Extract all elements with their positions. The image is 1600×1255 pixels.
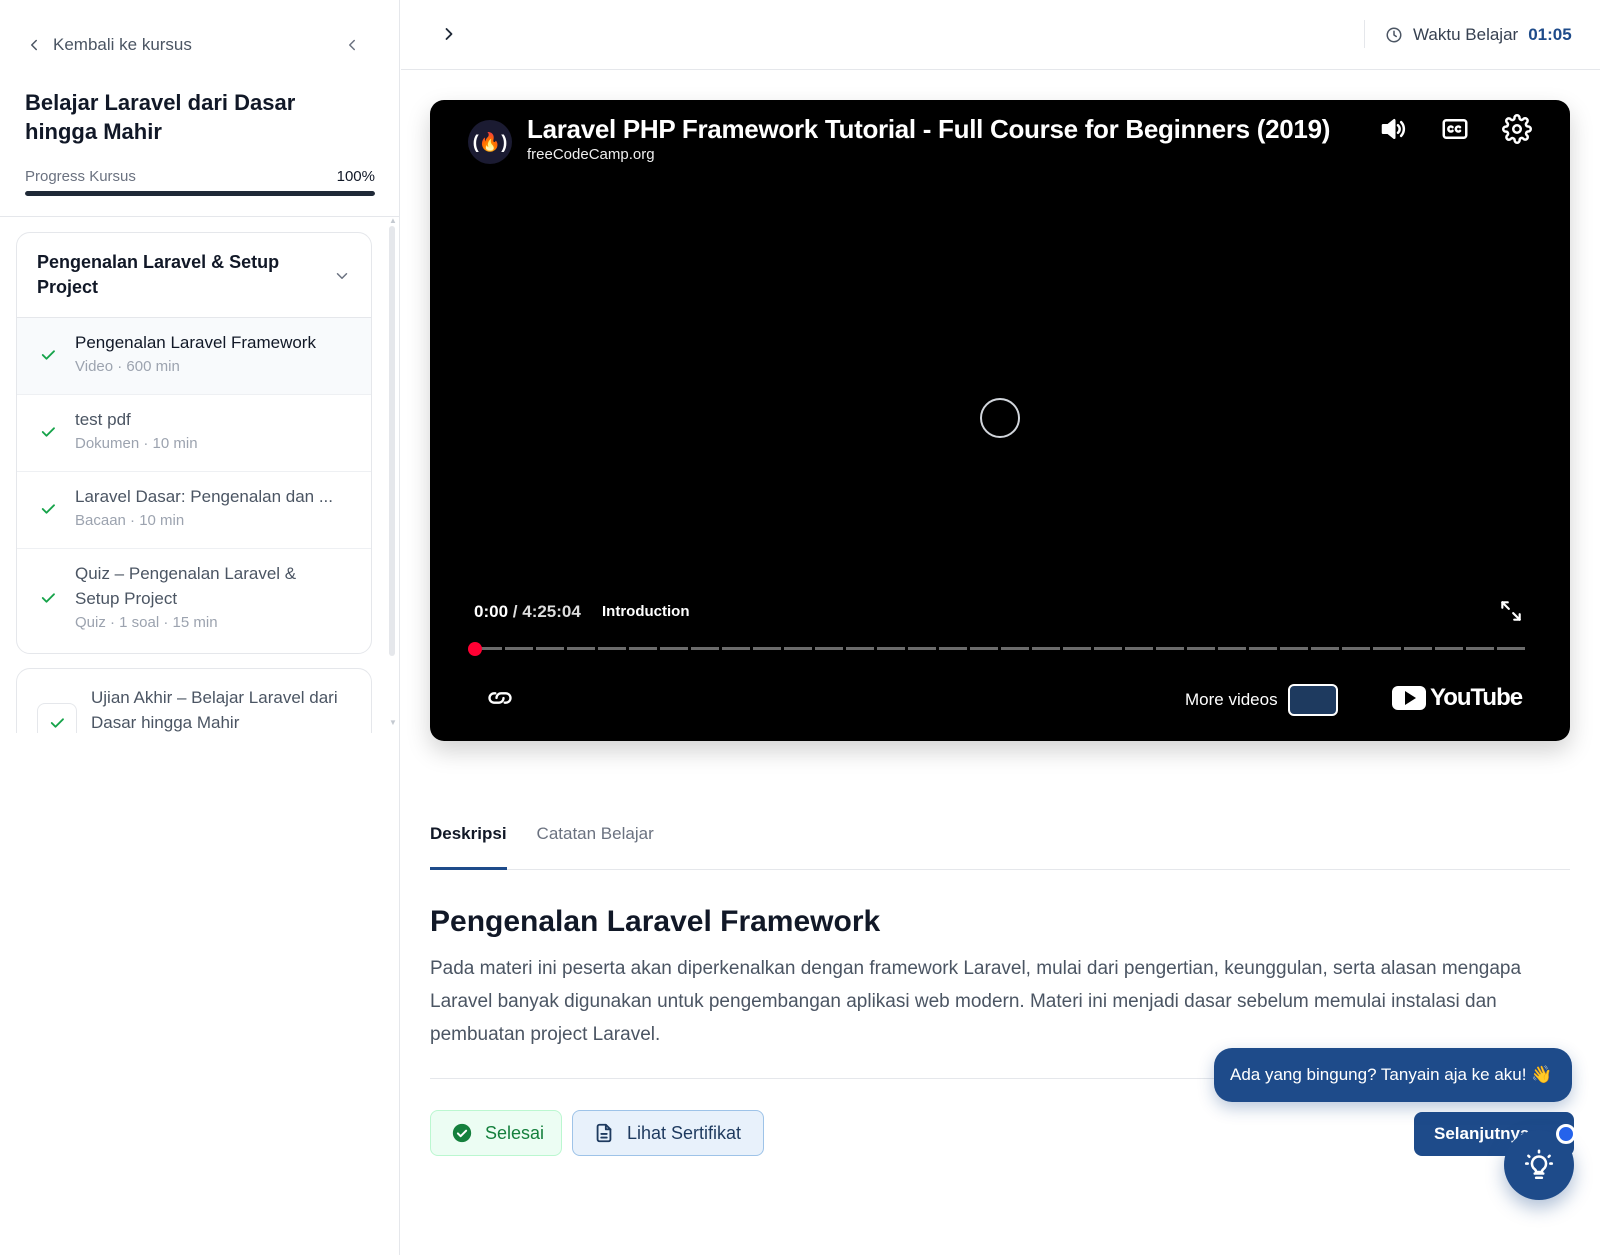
check-icon xyxy=(39,589,59,607)
loading-spinner xyxy=(980,398,1020,438)
lesson-meta: Quiz · 1 soal · 15 min xyxy=(75,614,218,631)
check-circle-icon xyxy=(451,1122,473,1144)
lesson-text: Quiz – Pengenalan Laravel & Setup Projec… xyxy=(75,561,345,634)
chevron-left-icon xyxy=(25,36,43,54)
sidebar-header: Kembali ke kursus Belajar Laravel dari D… xyxy=(0,0,399,217)
check-icon xyxy=(37,703,77,733)
video-channel[interactable]: freeCodeCamp.org xyxy=(527,146,655,163)
video-top-controls xyxy=(1378,114,1532,144)
tab-catatan-belajar[interactable]: Catatan Belajar xyxy=(537,808,654,870)
scroll-up-arrow[interactable]: ▲ xyxy=(389,217,397,225)
content-tabs: Deskripsi Catatan Belajar xyxy=(430,808,1570,870)
lesson-item[interactable]: test pdf Dokumen · 10 min xyxy=(17,395,371,472)
done-label: Selesai xyxy=(485,1122,545,1143)
lesson-item[interactable]: Laravel Dasar: Pengenalan dan ... Bacaan… xyxy=(17,472,371,549)
app-root: Kembali ke kursus Belajar Laravel dari D… xyxy=(0,0,1600,1255)
fullscreen-icon[interactable] xyxy=(1498,598,1524,624)
progress-label: Progress Kursus xyxy=(25,168,136,185)
seek-handle[interactable] xyxy=(468,642,482,656)
lesson-meta: Dokumen · 10 min xyxy=(75,435,198,452)
course-sidebar: Kembali ke kursus Belajar Laravel dari D… xyxy=(0,0,400,1255)
back-label: Kembali ke kursus xyxy=(53,35,192,54)
settings-icon[interactable] xyxy=(1502,114,1532,144)
link-icon[interactable] xyxy=(486,684,514,712)
video-thumbnail xyxy=(1287,684,1338,716)
module-header[interactable]: Pengenalan Laravel & Setup Project xyxy=(17,233,371,318)
more-videos-label: More videos xyxy=(1185,690,1278,709)
lesson-item[interactable]: Pengenalan Laravel Framework Video · 600… xyxy=(17,318,371,395)
progress-bar-fill xyxy=(25,191,375,196)
sidebar-scroll-area[interactable]: Pengenalan Laravel & Setup Project Penge… xyxy=(0,218,400,733)
check-icon xyxy=(39,500,59,518)
channel-logo[interactable]: (🔥) xyxy=(468,120,512,164)
course-title: Belajar Laravel dari Dasar hingga Mahir xyxy=(25,90,296,144)
study-timer: Waktu Belajar 01:05 xyxy=(1385,25,1572,45)
notification-dot xyxy=(1556,1124,1576,1144)
video-time: 0:00 / 4:25:04 xyxy=(474,602,581,622)
lesson-title: Quiz – Pengenalan Laravel & Setup Projec… xyxy=(75,564,297,608)
video-title[interactable]: Laravel PHP Framework Tutorial - Full Co… xyxy=(527,114,1330,145)
youtube-label: YouTube xyxy=(1430,684,1523,711)
back-to-course-link[interactable]: Kembali ke kursus xyxy=(25,35,192,55)
check-icon xyxy=(39,423,59,441)
timer-label: Waktu Belajar xyxy=(1413,25,1519,44)
video-seek-bar[interactable] xyxy=(474,647,1526,650)
lesson-text: test pdf Dokumen · 10 min xyxy=(75,407,345,455)
chevron-left-icon xyxy=(343,36,361,54)
exam-title: Ujian Akhir – Belajar Laravel dari Dasar… xyxy=(91,688,338,732)
final-exam-item[interactable]: Ujian Akhir – Belajar Laravel dari Dasar… xyxy=(16,668,372,733)
youtube-logo[interactable]: YouTube xyxy=(1392,684,1523,712)
sidebar-scrollbar[interactable] xyxy=(389,226,395,656)
progress-bar xyxy=(25,191,375,196)
volume-icon[interactable] xyxy=(1378,114,1408,144)
video-duration: 4:25:04 xyxy=(522,602,581,621)
divider xyxy=(1364,20,1365,48)
view-certificate-button[interactable]: Lihat Sertifikat xyxy=(572,1110,764,1156)
current-time: 0:00 xyxy=(474,602,509,621)
lightbulb-icon xyxy=(1522,1148,1556,1182)
chat-bubble-text: Ada yang bingung? Tanyain aja ke aku! 👋 xyxy=(1230,1065,1553,1084)
lesson-title: test pdf xyxy=(75,410,131,429)
collapse-sidebar-button[interactable] xyxy=(343,36,375,54)
document-icon xyxy=(593,1122,615,1144)
progress-row: Progress Kursus 100% xyxy=(25,168,375,185)
chevron-right-icon xyxy=(439,24,459,44)
lesson-item[interactable]: Quiz – Pengenalan Laravel & Setup Projec… xyxy=(17,549,371,653)
youtube-play-icon xyxy=(1392,686,1426,710)
lesson-meta: Bacaan · 10 min xyxy=(75,512,185,529)
module-card: Pengenalan Laravel & Setup Project Penge… xyxy=(16,232,372,654)
lesson-meta: Video · 600 min xyxy=(75,358,180,375)
timer-value: 01:05 xyxy=(1528,25,1572,44)
video-chapter[interactable]: Introduction xyxy=(602,603,689,620)
video-player[interactable]: (🔥) Laravel PHP Framework Tutorial - Ful… xyxy=(430,100,1570,741)
lesson-title: Laravel Dasar: Pengenalan dan ... xyxy=(75,487,334,506)
lesson-text: Laravel Dasar: Pengenalan dan ... Bacaan… xyxy=(75,484,345,532)
mark-complete-button[interactable]: Selesai xyxy=(430,1110,562,1156)
progress-percent: 100% xyxy=(336,168,375,185)
page-title: Pengenalan Laravel Framework xyxy=(430,905,881,938)
module-title: Pengenalan Laravel & Setup Project xyxy=(37,252,280,297)
lesson-text: Pengenalan Laravel Framework Video · 600… xyxy=(75,330,345,378)
lesson-title: Pengenalan Laravel Framework xyxy=(75,333,316,352)
check-icon xyxy=(39,346,59,364)
tab-deskripsi[interactable]: Deskripsi xyxy=(430,808,507,870)
expand-sidebar-button[interactable] xyxy=(439,24,459,44)
back-row: Kembali ke kursus xyxy=(25,32,375,58)
scroll-down-arrow[interactable]: ▼ xyxy=(389,719,397,727)
assistant-chat-bubble[interactable]: Ada yang bingung? Tanyain aja ke aku! 👋 xyxy=(1214,1048,1572,1102)
clock-icon xyxy=(1385,26,1403,44)
more-videos-button[interactable]: More videos xyxy=(1185,684,1338,716)
chevron-down-icon xyxy=(333,267,351,317)
lesson-description: Pada materi ini peserta akan diperkenalk… xyxy=(430,958,1522,1045)
captions-icon[interactable] xyxy=(1440,114,1470,144)
top-bar: Waktu Belajar 01:05 xyxy=(401,0,1600,70)
time-separator: / xyxy=(512,602,518,621)
certificate-label: Lihat Sertifikat xyxy=(627,1122,742,1143)
